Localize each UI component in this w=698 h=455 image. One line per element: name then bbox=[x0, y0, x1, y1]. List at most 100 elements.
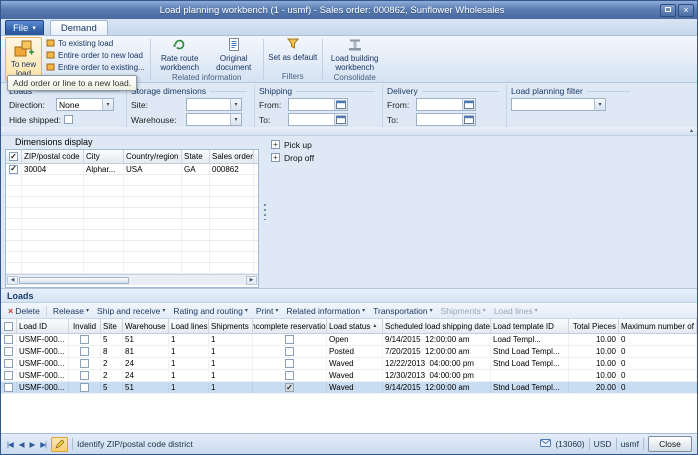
nav-next-record-button[interactable]: ▶ bbox=[29, 440, 36, 449]
window-close-button[interactable]: × bbox=[678, 4, 694, 17]
scroll-right-icon[interactable]: ▶ bbox=[246, 276, 257, 285]
col-load-template-id[interactable]: Load template ID bbox=[491, 319, 569, 333]
ship-and-receive-menu-button[interactable]: Ship and receive▾ bbox=[94, 304, 168, 318]
delivery-from-datefield[interactable] bbox=[416, 98, 476, 111]
collapsed-scrollbar[interactable]: ▲ bbox=[1, 127, 697, 136]
loads-row[interactable]: USMF-000...88111Posted7/20/2015 12:00:00… bbox=[1, 346, 697, 358]
site-combobox[interactable]: ▾ bbox=[186, 98, 242, 111]
set-as-default-button[interactable]: Set as default bbox=[267, 37, 319, 64]
incomplete-reservation-checkbox[interactable] bbox=[285, 347, 294, 356]
company-indicator[interactable]: usmf bbox=[621, 439, 639, 449]
scroll-left-icon[interactable]: ◀ bbox=[7, 276, 18, 285]
hide-shipped-checkbox[interactable] bbox=[64, 115, 73, 124]
invalid-checkbox[interactable] bbox=[80, 359, 89, 368]
warehouse-combobox[interactable]: ▾ bbox=[186, 113, 242, 126]
loads-row-checkbox[interactable] bbox=[4, 359, 13, 368]
invalid-checkbox[interactable] bbox=[80, 383, 89, 392]
print-menu-button[interactable]: Print▾ bbox=[253, 304, 282, 318]
incomplete-reservation-checkbox[interactable] bbox=[285, 383, 294, 392]
delivery-to-datefield[interactable] bbox=[416, 113, 476, 126]
calendar-icon[interactable] bbox=[462, 99, 475, 110]
invalid-checkbox[interactable] bbox=[80, 347, 89, 356]
calendar-icon[interactable] bbox=[462, 114, 475, 125]
loads-row[interactable]: USMF-000...55111Waved9/14/2015 12:00:00 … bbox=[1, 382, 697, 394]
related-information-menu-button[interactable]: Related information▾ bbox=[283, 304, 368, 318]
col-site[interactable]: Site bbox=[101, 319, 123, 333]
load-building-workbench-button[interactable]: Load building workbench bbox=[326, 37, 384, 73]
select-all-checkbox[interactable] bbox=[9, 152, 18, 161]
chevron-down-icon[interactable]: ▾ bbox=[594, 99, 605, 110]
window-restore-button[interactable] bbox=[660, 4, 676, 17]
direction-combobox[interactable]: None ▾ bbox=[56, 98, 114, 111]
tree-item-pick-up[interactable]: + Pick up bbox=[271, 138, 693, 151]
dims-horizontal-scrollbar[interactable]: ◀ ▶ bbox=[6, 274, 258, 285]
calendar-icon[interactable] bbox=[334, 114, 347, 125]
tab-demand[interactable]: Demand bbox=[50, 20, 108, 35]
col-invalid[interactable]: Invalid bbox=[69, 319, 101, 333]
nav-previous-record-button[interactable]: ◀ bbox=[18, 440, 25, 449]
col-max-freight[interactable]: Maximum number of freight pi bbox=[619, 319, 697, 333]
entire-order-to-new-load-button[interactable]: Entire order to new load bbox=[44, 50, 147, 61]
loads-row[interactable]: USMF-000...55111Open9/14/2015 12:00:00 a… bbox=[1, 334, 697, 346]
rating-and-routing-menu-button[interactable]: Rating and routing▾ bbox=[170, 304, 250, 318]
scroll-thumb[interactable] bbox=[19, 277, 129, 284]
expand-plus-icon[interactable]: + bbox=[271, 140, 280, 149]
edit-mode-toggle[interactable] bbox=[51, 437, 68, 452]
calendar-icon[interactable] bbox=[334, 99, 347, 110]
dims-row[interactable]: 30004Alphar...USAGA000862 bbox=[6, 164, 258, 175]
nav-first-record-button[interactable]: |◀ bbox=[6, 440, 14, 449]
shipping-from-datefield[interactable] bbox=[288, 98, 348, 111]
notifications-icon[interactable] bbox=[540, 438, 551, 450]
incomplete-reservation-checkbox[interactable] bbox=[285, 359, 294, 368]
col-country-region[interactable]: Country/region bbox=[124, 150, 182, 163]
currency-indicator[interactable]: USD bbox=[594, 439, 612, 449]
ribbon-tab-row: File ▾ Demand bbox=[1, 19, 697, 36]
invalid-checkbox[interactable] bbox=[80, 335, 89, 344]
loads-row[interactable]: USMF-000...22411Waved12/22/2013 04:00:00… bbox=[1, 358, 697, 370]
original-document-button[interactable]: Original document bbox=[208, 37, 260, 73]
select-all-checkbox[interactable] bbox=[4, 322, 13, 331]
col-zip-postal-code[interactable]: ZIP/postal code bbox=[22, 150, 84, 163]
to-existing-load-button[interactable]: To existing load bbox=[44, 38, 147, 49]
close-button[interactable]: Close bbox=[648, 436, 692, 452]
chevron-down-icon[interactable]: ▾ bbox=[230, 114, 241, 125]
loads-row-checkbox[interactable] bbox=[4, 347, 13, 356]
col-warehouse[interactable]: Warehouse bbox=[123, 319, 169, 333]
shipping-to-datefield[interactable] bbox=[288, 113, 348, 126]
chevron-down-icon[interactable]: ▾ bbox=[230, 99, 241, 110]
loads-row[interactable]: USMF-000...22411Waved12/30/2013 04:00:00… bbox=[1, 370, 697, 382]
transportation-menu-button[interactable]: Transportation▾ bbox=[370, 304, 436, 318]
dims-row-checkbox[interactable] bbox=[9, 165, 18, 174]
col-shipments[interactable]: Shipments bbox=[209, 319, 253, 333]
file-menu-button[interactable]: File ▾ bbox=[5, 20, 44, 35]
release-menu-button[interactable]: Release▾ bbox=[50, 304, 92, 318]
loads-row-checkbox[interactable] bbox=[4, 335, 13, 344]
col-load-id[interactable]: Load ID bbox=[17, 319, 69, 333]
col-load-status[interactable]: Load status▲ bbox=[327, 319, 383, 333]
invalid-checkbox[interactable] bbox=[80, 371, 89, 380]
rate-route-workbench-button[interactable]: Rate route workbench bbox=[154, 37, 206, 73]
scroll-up-icon[interactable]: ▲ bbox=[689, 129, 694, 134]
col-incomplete-reservation[interactable]: Incomplete reservation bbox=[253, 319, 327, 333]
col-sales-order[interactable]: Sales order bbox=[210, 150, 254, 163]
vertical-splitter[interactable] bbox=[259, 136, 271, 288]
total-pieces-cell: 20.00 bbox=[569, 382, 619, 393]
nav-last-record-button[interactable]: ▶| bbox=[39, 440, 47, 449]
col-scheduled-load-shipping[interactable]: Scheduled load shipping date and time bbox=[383, 319, 491, 333]
entire-order-to-existing-load-button[interactable]: Entire order to existing... bbox=[44, 62, 147, 73]
incomplete-reservation-checkbox[interactable] bbox=[285, 335, 294, 344]
max-freight-cell: 0 bbox=[619, 382, 697, 393]
tree-item-drop-off[interactable]: + Drop off bbox=[271, 151, 693, 164]
delete-button[interactable]: × Delete bbox=[5, 304, 43, 318]
loads-row-checkbox[interactable] bbox=[4, 371, 13, 380]
loads-row-checkbox[interactable] bbox=[4, 383, 13, 392]
notifications-count[interactable]: (13060) bbox=[555, 439, 584, 449]
col-city[interactable]: City bbox=[84, 150, 124, 163]
col-load-lines[interactable]: Load lines bbox=[169, 319, 209, 333]
expand-plus-icon[interactable]: + bbox=[271, 153, 280, 162]
col-state[interactable]: State bbox=[182, 150, 210, 163]
col-total-pieces[interactable]: Total Pieces bbox=[569, 319, 619, 333]
chevron-down-icon[interactable]: ▾ bbox=[102, 99, 113, 110]
incomplete-reservation-checkbox[interactable] bbox=[285, 371, 294, 380]
load-planning-filter-combobox[interactable]: ▾ bbox=[511, 98, 606, 111]
